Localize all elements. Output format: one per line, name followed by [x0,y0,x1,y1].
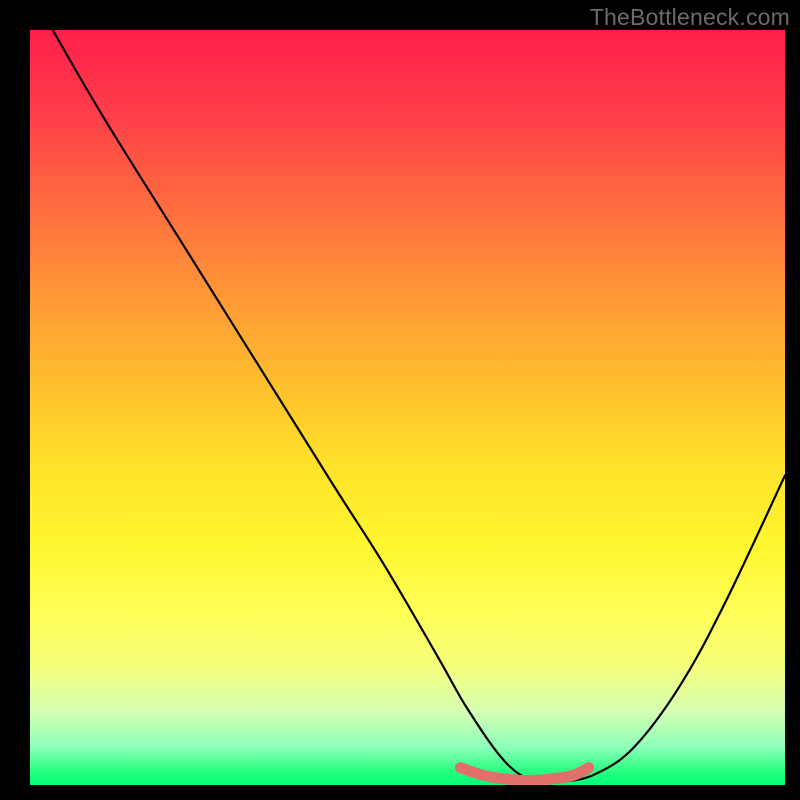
optimal-zone-path [460,768,588,781]
chart-frame: TheBottleneck.com [0,0,800,800]
watermark-text: TheBottleneck.com [590,4,790,31]
chart-svg [30,30,785,785]
plot-area [30,30,785,785]
bottleneck-curve-path [53,30,785,783]
